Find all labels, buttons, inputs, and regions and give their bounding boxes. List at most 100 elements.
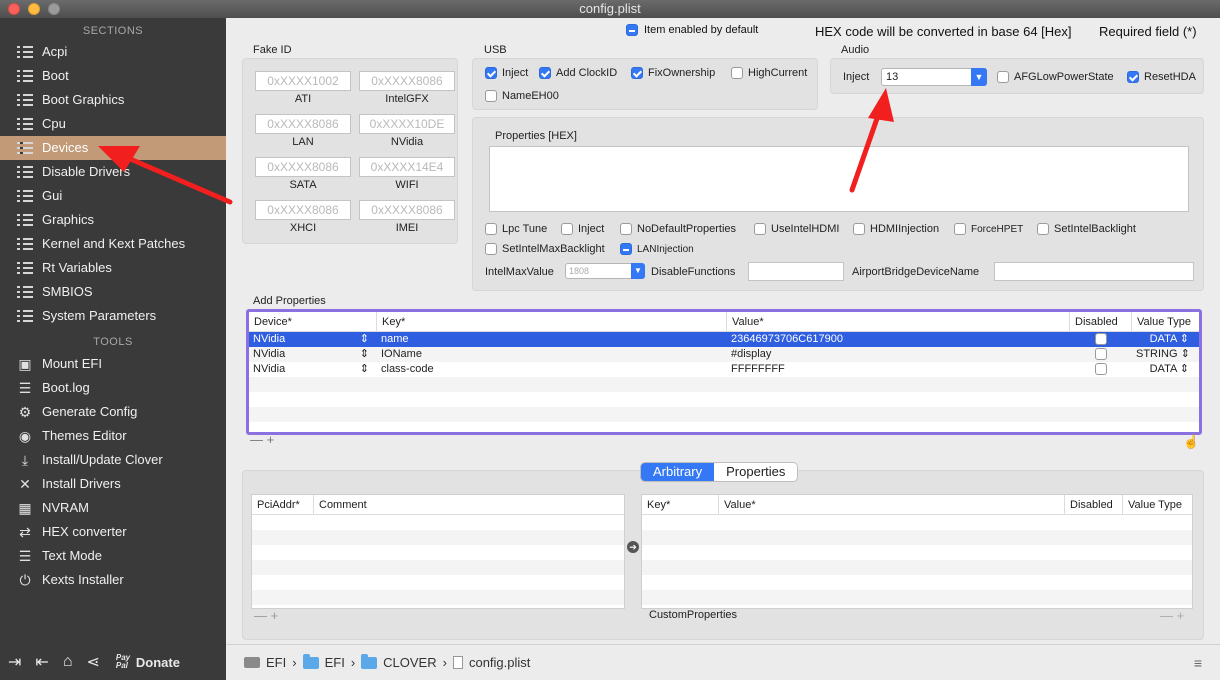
intel-max-value-combobox[interactable]: 1808 ▼ [565,263,645,279]
share-icon[interactable]: ⋖ [86,652,99,672]
use-intel-hdmi-option[interactable]: UseIntelHDMI [754,223,839,235]
sidebar-item-install-drivers[interactable]: ✕ Install Drivers [0,472,226,496]
table-row[interactable]: NVidia ⇕ IOName #display STRING ⇕ [249,347,1199,362]
column-key[interactable]: Key* [642,495,719,514]
stepper-icon[interactable]: ⇕ [360,332,369,347]
column-value-type[interactable]: Value Type [1132,312,1199,331]
add-row-button[interactable]: + [267,432,275,447]
column-comment[interactable]: Comment [314,495,624,514]
usb-highcurrent-option[interactable]: HighCurrent [731,67,807,79]
column-disabled[interactable]: Disabled [1070,312,1132,331]
column-value[interactable]: Value* [727,312,1070,331]
hdmi-injection-checkbox[interactable] [853,223,865,235]
sidebar-item-boot-graphics[interactable]: Boot Graphics [0,88,226,112]
fake-id-intelgfx-input[interactable]: 0xXXXX8086 [359,71,455,91]
column-value[interactable]: Value* [719,495,1065,514]
cell-disabled[interactable] [1070,362,1132,377]
remove-row-button[interactable]: — [250,432,263,447]
sidebar-item-acpi[interactable]: Acpi [0,40,226,64]
path-item[interactable]: CLOVER [383,655,436,670]
lpc-tune-option[interactable]: Lpc Tune [485,223,547,235]
cell-value[interactable]: FFFFFFFF [727,362,1070,377]
import-icon[interactable]: ⇥ [8,652,21,672]
no-default-properties-checkbox[interactable] [620,223,632,235]
fake-id-wifi-input[interactable]: 0xXXXX14E4 [359,157,455,177]
prop-inject-checkbox[interactable] [561,223,573,235]
hdmi-injection-option[interactable]: HDMIInjection [853,223,939,235]
lan-injection-checkbox[interactable] [620,243,632,255]
sidebar-item-cpu[interactable]: Cpu [0,112,226,136]
path-item[interactable]: EFI [266,655,286,670]
tab-properties[interactable]: Properties [714,463,798,481]
fake-id-xhci-input[interactable]: 0xXXXX8086 [255,200,351,220]
afg-low-power-checkbox[interactable] [997,71,1009,83]
afg-low-power-option[interactable]: AFGLowPowerState [997,71,1114,83]
sidebar-item-boot[interactable]: Boot [0,64,226,88]
stepper-icon[interactable]: ⇕ [1181,348,1190,360]
disabled-checkbox[interactable] [1095,348,1107,361]
usb-add-clockid-option[interactable]: Add ClockID [539,67,617,79]
prop-inject-option[interactable]: Inject [561,223,604,235]
sidebar-item-text-mode[interactable]: ☰ Text Mode [0,544,226,568]
force-hpet-checkbox[interactable] [954,223,966,235]
column-value-type[interactable]: Value Type [1123,495,1192,514]
fake-id-ati-input[interactable]: 0xXXXX1002 [255,71,351,91]
cell-key[interactable]: name [377,332,727,347]
sidebar-item-install-update-clover[interactable]: ⤓ Install/Update Clover [0,448,226,472]
disabled-checkbox[interactable] [1095,363,1107,376]
fake-id-lan-input[interactable]: 0xXXXX8086 [255,114,351,134]
cell-value[interactable]: #display [727,347,1070,362]
export-icon[interactable]: ⇤ [35,652,48,672]
sidebar-item-hex-converter[interactable]: ⇄ HEX converter [0,520,226,544]
pci-table[interactable]: PciAddr* Comment [251,494,625,609]
cell-disabled[interactable] [1070,347,1132,362]
stepper-icon[interactable]: ⇕ [1180,333,1189,345]
set-intel-max-backlight-option[interactable]: SetIntelMaxBacklight [485,243,605,255]
table-row[interactable]: NVidia ⇕ class-code FFFFFFFF DATA ⇕ [249,362,1199,377]
column-pciaddr[interactable]: PciAddr* [252,495,314,514]
cell-key[interactable]: IOName [377,347,727,362]
pci-remove-button[interactable]: — [254,608,267,623]
sidebar-item-rt-variables[interactable]: Rt Variables [0,256,226,280]
airport-bridge-input[interactable] [994,262,1194,281]
usb-nameeh00-option[interactable]: NameEH00 [485,90,559,102]
cell-device[interactable]: NVidia ⇕ [249,332,377,347]
lan-injection-option[interactable]: LANInjection [620,243,694,255]
zoom-window-button[interactable] [48,3,60,15]
sidebar-item-kexts-installer[interactable]: ⏻ Kexts Installer [0,568,226,592]
list-menu-icon[interactable]: ≡ [1194,655,1202,671]
usb-inject-checkbox[interactable] [485,67,497,79]
column-key[interactable]: Key* [377,312,727,331]
disable-functions-input[interactable] [748,262,844,281]
cell-device[interactable]: NVidia ⇕ [249,347,377,362]
disabled-checkbox[interactable] [1095,333,1107,346]
sidebar-item-boot-log[interactable]: ☰ Boot.log [0,376,226,400]
donate-button[interactable]: Pay Pal Donate [116,654,180,670]
stepper-icon[interactable]: ⇕ [360,347,369,362]
fake-id-nvidia-input[interactable]: 0xXXXX10DE [359,114,455,134]
set-intel-backlight-option[interactable]: SetIntelBacklight [1037,223,1136,235]
path-item[interactable]: EFI [325,655,345,670]
path-item[interactable]: config.plist [469,655,530,670]
chevron-down-icon[interactable]: ▼ [971,68,987,86]
cell-value[interactable]: 23646973706C617900 [727,332,1070,347]
sidebar-item-smbios[interactable]: SMBIOS [0,280,226,304]
fake-id-imei-input[interactable]: 0xXXXX8086 [359,200,455,220]
cell-device[interactable]: NVidia ⇕ [249,362,377,377]
sidebar-item-kernel-and-kext-patches[interactable]: Kernel and Kext Patches [0,232,226,256]
usb-fixownership-checkbox[interactable] [631,67,643,79]
sidebar-item-graphics[interactable]: Graphics [0,208,226,232]
chevron-down-icon[interactable]: ▼ [631,263,645,279]
force-hpet-option[interactable]: ForceHPET [954,223,1023,235]
add-properties-table[interactable]: Device* Key* Value* Disabled Value Type … [246,309,1202,435]
pci-add-button[interactable]: + [271,608,279,623]
cell-value-type[interactable]: DATA ⇕ [1132,362,1199,377]
no-default-properties-option[interactable]: NoDefaultProperties [620,223,736,235]
table-row[interactable]: NVidia ⇕ name 23646973706C617900 DATA ⇕ [249,332,1199,347]
sidebar-item-nvram[interactable]: ▦ NVRAM [0,496,226,520]
close-window-button[interactable] [8,3,20,15]
set-intel-backlight-checkbox[interactable] [1037,223,1049,235]
lpc-tune-checkbox[interactable] [485,223,497,235]
cell-key[interactable]: class-code [377,362,727,377]
usb-nameeh00-checkbox[interactable] [485,90,497,102]
